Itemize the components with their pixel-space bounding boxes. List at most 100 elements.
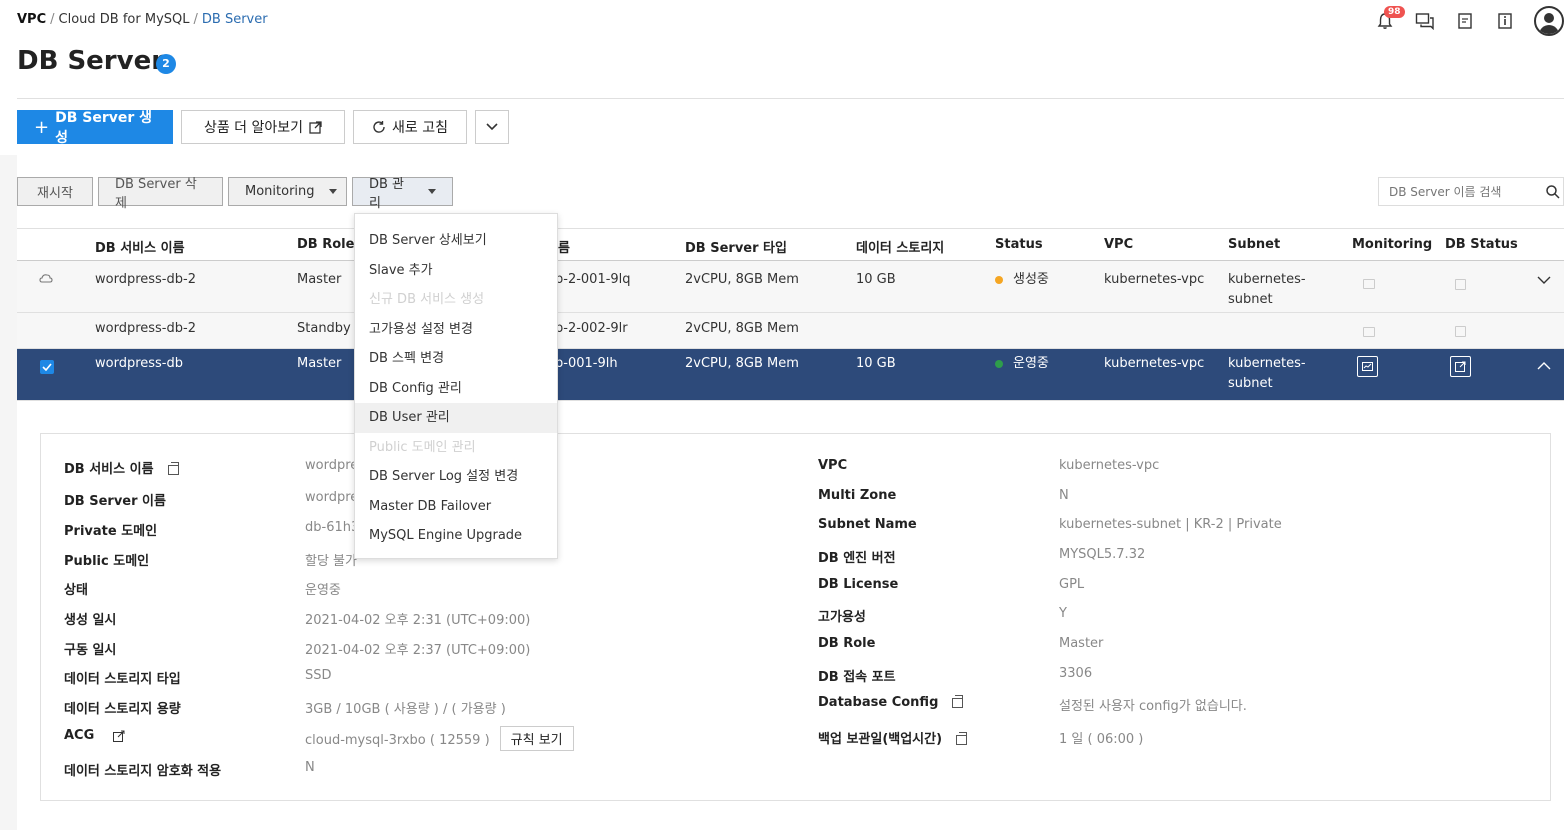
- chevron-up-icon[interactable]: [1537, 361, 1551, 371]
- detail-value: 3GB / 10GB ( 사용량 ) / ( 가용량 ): [305, 702, 506, 717]
- db-manage-menu: DB Server 상세보기 Slave 추가 신규 DB 서비스 생성 고가용…: [354, 213, 558, 559]
- caret-down-icon: [328, 189, 337, 194]
- external-link-icon[interactable]: [1455, 326, 1466, 337]
- detail-label: 데이터 스토리지 암호화 적용: [64, 764, 222, 779]
- menu-item-change-spec[interactable]: DB 스펙 변경: [355, 344, 557, 374]
- breadcrumb-db-server[interactable]: DB Server: [202, 12, 268, 27]
- external-link-icon[interactable]: [1455, 279, 1466, 290]
- delete-db-server-button[interactable]: DB Server 삭제: [98, 177, 223, 211]
- bell-icon[interactable]: 98: [1374, 6, 1405, 32]
- delete-db-server-label: DB Server 삭제: [115, 176, 197, 211]
- header-type[interactable]: DB Server 타입: [685, 237, 787, 256]
- server-count-badge: 2: [156, 54, 176, 74]
- view-rules-button[interactable]: 규칙 보기: [499, 726, 574, 751]
- detail-value: MYSQL5.7.32: [1059, 547, 1146, 562]
- detail-value: 운영중: [305, 583, 341, 598]
- header-server-name[interactable]: 름: [558, 237, 570, 256]
- header-status[interactable]: Status: [995, 237, 1043, 252]
- monitoring-dropdown[interactable]: Monitoring: [228, 177, 347, 206]
- detail-label: 데이터 스토리지 타입: [64, 672, 181, 687]
- plus-icon: +: [34, 116, 50, 138]
- db-manage-dropdown[interactable]: DB 관리: [352, 177, 453, 211]
- detail-label-text: Database Config: [818, 695, 939, 710]
- chevron-down-icon[interactable]: [1537, 275, 1551, 285]
- menu-item-db-user[interactable]: DB User 관리: [355, 403, 557, 433]
- header-db-status[interactable]: DB Status: [1445, 237, 1518, 252]
- status-text: 생성중: [1013, 272, 1049, 287]
- detail-label: DB 엔진 버전: [818, 551, 896, 566]
- cell-subnet: kubernetes-subnet: [1228, 356, 1306, 391]
- table-row-selected[interactable]: wordpress-db Master b-001-9lh 2vCPU, 8GB…: [17, 349, 1564, 401]
- table-row[interactable]: wordpress-db-2 Standby M b-2-002-9lr 2vC…: [17, 313, 1564, 349]
- table-header: DB 서비스 이름 DB Role 름 DB Server 타입 데이터 스토리…: [17, 228, 1564, 261]
- monitoring-icon[interactable]: [1363, 279, 1375, 289]
- restart-button[interactable]: 재시작: [17, 177, 93, 206]
- header-subnet[interactable]: Subnet: [1228, 237, 1280, 252]
- detail-value: kubernetes-subnet | KR-2 | Private: [1059, 517, 1282, 532]
- checkmark-icon: [42, 363, 52, 371]
- learn-more-button[interactable]: 상품 더 알아보기: [181, 110, 345, 144]
- top-bar: VPC / Cloud DB for MySQL / DB Server DB …: [0, 0, 1564, 100]
- notepad-icon[interactable]: [1454, 10, 1476, 32]
- db-manage-label: DB 관리: [369, 176, 405, 211]
- cell-service-name: wordpress-db: [95, 356, 184, 371]
- status-dot-running: [995, 359, 1003, 368]
- user-avatar[interactable]: [1534, 6, 1564, 36]
- detail-label-text: 백업 보관일(백업시간): [818, 732, 943, 747]
- action-bar: + DB Server 생성 상품 더 알아보기 새로 고침: [17, 110, 509, 146]
- header-storage[interactable]: 데이터 스토리지: [856, 237, 944, 256]
- chevron-down-icon: [486, 123, 498, 131]
- menu-item-server-detail[interactable]: DB Server 상세보기: [355, 226, 557, 256]
- row-checkbox[interactable]: [40, 360, 54, 374]
- refresh-button[interactable]: 새로 고침: [353, 110, 467, 144]
- copy-icon[interactable]: [956, 731, 968, 745]
- copy-icon[interactable]: [167, 461, 179, 475]
- detail-label: Public 도메인: [64, 554, 150, 569]
- detail-value: N: [1059, 488, 1069, 503]
- server-detail-panel: DB 서비스 이름 wordpre DB Server 이름 wordpre P…: [40, 433, 1551, 801]
- create-db-server-button[interactable]: + DB Server 생성: [17, 110, 173, 146]
- menu-item-add-slave[interactable]: Slave 추가: [355, 256, 557, 286]
- header-service-name[interactable]: DB 서비스 이름: [95, 237, 185, 256]
- detail-label: 데이터 스토리지 용량: [64, 702, 181, 717]
- header-role[interactable]: DB Role: [297, 237, 354, 252]
- external-link-icon[interactable]: [112, 730, 125, 742]
- header-vpc[interactable]: VPC: [1104, 237, 1133, 252]
- table-row[interactable]: wordpress-db-2 Master b-2-001-9lq 2vCPU,…: [17, 261, 1564, 313]
- search-icon[interactable]: [1545, 184, 1561, 200]
- detail-value: Y: [1059, 606, 1067, 621]
- menu-item-failover[interactable]: Master DB Failover: [355, 492, 557, 522]
- detail-label-text: ACG: [64, 728, 95, 743]
- menu-item-new-db-service: 신규 DB 서비스 생성: [369, 292, 485, 307]
- detail-label: 상태: [64, 583, 88, 598]
- detail-value: wordpre: [305, 458, 359, 473]
- info-icon[interactable]: [1494, 10, 1516, 32]
- menu-item-engine-upgrade[interactable]: MySQL Engine Upgrade: [355, 521, 557, 551]
- chat-icon[interactable]: [1414, 10, 1436, 32]
- menu-item-log-settings[interactable]: DB Server Log 설정 변경: [355, 462, 557, 492]
- cell-storage: 10 GB: [856, 356, 896, 371]
- monitoring-icon[interactable]: [1363, 327, 1375, 337]
- detail-label: DB 접속 포트: [818, 670, 896, 685]
- breadcrumb-vpc[interactable]: VPC: [17, 12, 46, 27]
- menu-item-ha-settings[interactable]: 고가용성 설정 변경: [355, 315, 557, 345]
- external-link-icon[interactable]: [1450, 356, 1471, 377]
- header-monitoring[interactable]: Monitoring: [1352, 237, 1432, 252]
- menu-item-db-config[interactable]: DB Config 관리: [355, 374, 557, 404]
- acg-value: cloud-mysql-3rxbo ( 12559 ): [305, 733, 490, 748]
- db-server-table: DB 서비스 이름 DB Role 름 DB Server 타입 데이터 스토리…: [17, 228, 1564, 401]
- monitoring-icon[interactable]: [1357, 356, 1378, 377]
- cell-type: 2vCPU, 8GB Mem: [685, 356, 799, 371]
- copy-icon[interactable]: [952, 694, 964, 708]
- detail-label: Private 도메인: [64, 524, 158, 539]
- detail-value: db-61h3: [305, 520, 360, 535]
- caret-down-icon: [428, 189, 436, 194]
- detail-value: kubernetes-vpc: [1059, 458, 1160, 473]
- search-input[interactable]: [1389, 184, 1539, 199]
- detail-label: 백업 보관일(백업시간): [818, 728, 968, 747]
- detail-label: Subnet Name: [818, 517, 917, 532]
- detail-value: wordpre: [305, 490, 359, 505]
- breadcrumb-cloud-db[interactable]: Cloud DB for MySQL: [59, 12, 190, 27]
- more-actions-button[interactable]: [475, 110, 509, 144]
- cell-server-name: b-001-9lh: [555, 356, 618, 371]
